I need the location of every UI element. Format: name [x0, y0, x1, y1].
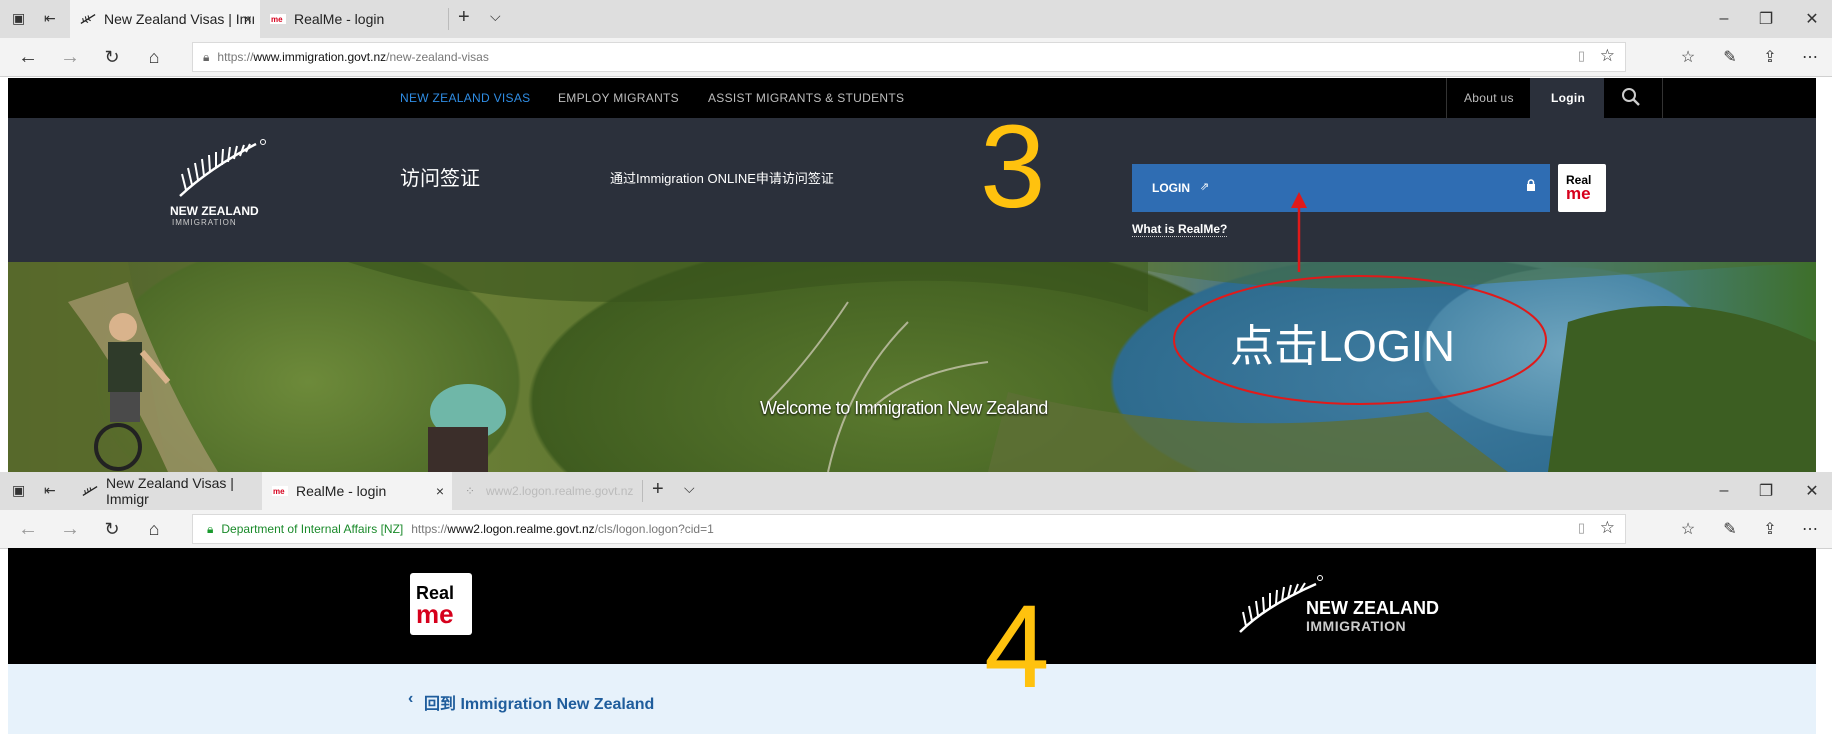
- loading-icon: ⁘: [464, 484, 476, 498]
- realme-logo-me: me: [416, 599, 454, 629]
- close-icon[interactable]: ×: [244, 11, 252, 27]
- forward-icon[interactable]: →: [50, 38, 90, 76]
- tab-bar-window2: ▣ ⇤ New Zealand Visas | Immigr me RealMe…: [0, 472, 1832, 510]
- pen-icon[interactable]: ✎: [1710, 510, 1750, 548]
- realme-header: [8, 548, 1816, 664]
- svg-text:me: me: [273, 487, 285, 496]
- tab-aside-icon[interactable]: ⇤: [44, 482, 56, 499]
- nav-nz-visas[interactable]: NEW ZEALAND VISAS: [400, 78, 530, 118]
- address-bar-window1: ← → ↻ ⌂ 🔒︎ https://www.immigration.govt.…: [0, 38, 1832, 77]
- tab-label: New Zealand Visas | Imı: [104, 11, 256, 27]
- lock-icon: 🔒︎: [203, 49, 210, 64]
- close-window-icon[interactable]: ✕: [1792, 472, 1832, 510]
- back-link-bar: [8, 664, 1816, 734]
- svg-text:me: me: [271, 15, 283, 24]
- url-path: /new-zealand-visas: [386, 50, 489, 64]
- url-prefix: https://: [217, 50, 254, 64]
- page-title: 访问签证: [400, 168, 480, 190]
- nav-about-us[interactable]: About us: [1464, 78, 1514, 118]
- tab-label: RealMe - login: [296, 483, 387, 499]
- brand-text-immigration: IMMIGRATION: [1306, 618, 1407, 634]
- cyclist-helmet-image: [408, 372, 518, 472]
- realme-favicon-icon: me: [270, 12, 286, 26]
- brand-text-nz: NEW ZEALAND: [1306, 598, 1439, 618]
- logo-text-nz: NEW ZEALAND: [170, 204, 259, 218]
- favorite-star-icon[interactable]: ☆: [1600, 46, 1615, 66]
- refresh-icon[interactable]: ↻: [92, 510, 132, 548]
- tab-nz-visas[interactable]: New Zealand Visas | Imı ×: [70, 0, 260, 38]
- tab-realme-login[interactable]: me RealMe - login: [260, 0, 450, 38]
- welcome-heading: Welcome to Immigration New Zealand: [760, 398, 1048, 418]
- step-number-4: 4: [984, 581, 1050, 713]
- cyclist-image: [78, 282, 198, 472]
- certificate-label[interactable]: Department of Internal Affairs [NZ]: [221, 522, 403, 536]
- url-field[interactable]: 🔒︎ Department of Internal Affairs [NZ] h…: [192, 514, 1626, 544]
- favorites-icon[interactable]: ☆: [1668, 510, 1708, 548]
- realme-favicon-icon: me: [272, 484, 288, 498]
- forward-icon[interactable]: →: [50, 510, 90, 548]
- url-host: www2.logon.realme.govt.nz: [447, 522, 595, 536]
- chevron-down-icon[interactable]: ⌵: [490, 8, 501, 25]
- page-subtitle: 通过Immigration ONLINE申请访问签证: [610, 171, 834, 186]
- fern-icon: [82, 484, 98, 498]
- back-icon[interactable]: ←: [8, 38, 48, 76]
- reading-view-icon[interactable]: ▯: [1578, 48, 1585, 64]
- back-icon[interactable]: ←: [8, 510, 48, 548]
- tab-realme-login[interactable]: me RealMe - login ×: [262, 472, 452, 510]
- new-tab-button[interactable]: +: [652, 478, 664, 501]
- tab-loading[interactable]: ⁘ www2.logon.realme.govt.nz: [452, 472, 642, 510]
- tab-label: RealMe - login: [294, 11, 385, 27]
- search-icon[interactable]: [1620, 86, 1642, 108]
- tab-aside-icon[interactable]: ⇤: [44, 10, 56, 27]
- back-to-immigration-link[interactable]: 回到 Immigration New Zealand: [424, 690, 654, 714]
- refresh-icon[interactable]: ↻: [92, 38, 132, 76]
- lock-icon: 🔒︎: [207, 521, 214, 536]
- reading-view-icon[interactable]: ▯: [1578, 520, 1585, 536]
- annotation-arrow-ellipse: [1173, 192, 1547, 405]
- home-icon[interactable]: ⌂: [134, 38, 174, 76]
- tab-actions-icon[interactable]: ▣: [12, 10, 25, 27]
- share-icon[interactable]: ⇪: [1750, 38, 1790, 76]
- favorites-icon[interactable]: ☆: [1668, 38, 1708, 76]
- share-icon[interactable]: ⇪: [1750, 510, 1790, 548]
- site-top-nav: NEW ZEALAND VISAS EMPLOY MIGRANTS ASSIST…: [8, 78, 1816, 118]
- click-login-annotation: 点击LOGIN: [1230, 322, 1455, 371]
- restore-icon[interactable]: ❐: [1746, 472, 1786, 510]
- padlock-icon: [1526, 178, 1536, 191]
- address-bar-window2: ← → ↻ ⌂ 🔒︎ Department of Internal Affair…: [0, 510, 1832, 549]
- nz-immigration-logo[interactable]: [170, 138, 270, 208]
- tab-bar-window1: ▣ ⇤ New Zealand Visas | Imı × me RealMe …: [0, 0, 1832, 38]
- tab-label: New Zealand Visas | Immigr: [106, 475, 234, 507]
- step-number-3: 3: [980, 101, 1046, 233]
- url-host: www.immigration.govt.nz: [253, 50, 387, 64]
- fern-icon: [80, 12, 96, 26]
- url-prefix: https://: [411, 522, 448, 536]
- pen-icon[interactable]: ✎: [1710, 38, 1750, 76]
- more-icon[interactable]: ⋯: [1790, 510, 1830, 548]
- close-window-icon[interactable]: ✕: [1792, 0, 1832, 38]
- minimize-icon[interactable]: –: [1704, 472, 1744, 510]
- close-icon[interactable]: ×: [436, 483, 444, 499]
- more-icon[interactable]: ⋯: [1790, 38, 1830, 76]
- url-field[interactable]: 🔒︎ https://www.immigration.govt.nz/new-z…: [192, 42, 1626, 72]
- chevron-left-icon: ‹: [408, 690, 414, 707]
- nav-login[interactable]: Login: [1551, 78, 1585, 118]
- realme-logo-me: me: [1566, 184, 1591, 203]
- url-path: /cls/logon.logon?cid=1: [594, 522, 714, 536]
- minimize-icon[interactable]: –: [1704, 0, 1744, 38]
- new-tab-button[interactable]: +: [458, 6, 470, 29]
- nav-assist-migrants[interactable]: ASSIST MIGRANTS & STUDENTS: [708, 78, 904, 118]
- tab-actions-icon[interactable]: ▣: [12, 482, 25, 499]
- tab-nz-visas[interactable]: New Zealand Visas | Immigr: [72, 472, 262, 510]
- realme-logo[interactable]: Real me: [1558, 164, 1606, 212]
- restore-icon[interactable]: ❐: [1746, 0, 1786, 38]
- realme-logo[interactable]: Real me: [410, 573, 472, 635]
- nav-employ-migrants[interactable]: EMPLOY MIGRANTS: [558, 78, 679, 118]
- home-icon[interactable]: ⌂: [134, 510, 174, 548]
- favorite-star-icon[interactable]: ☆: [1600, 518, 1615, 538]
- tab-label: www2.logon.realme.govt.nz: [486, 484, 634, 498]
- chevron-down-icon[interactable]: ⌵: [684, 480, 695, 497]
- logo-text-immigration: IMMIGRATION: [172, 218, 237, 227]
